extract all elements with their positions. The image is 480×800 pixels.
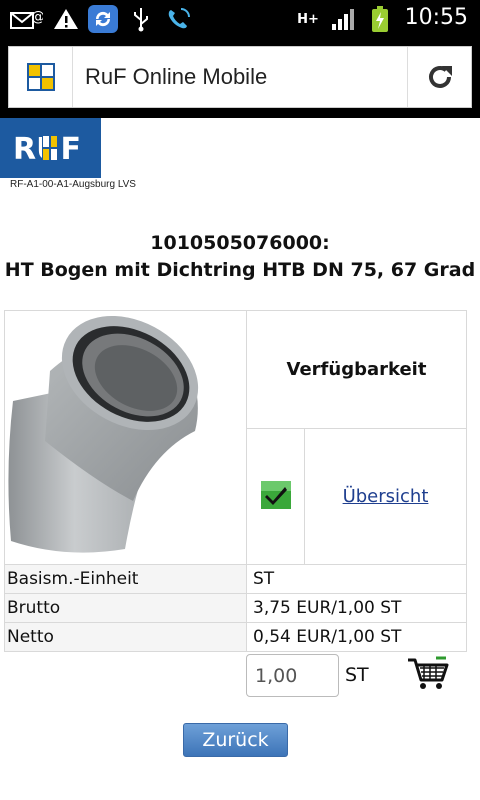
pipe-bend-image [8,315,199,553]
warning-icon [52,5,80,33]
usb-icon [130,5,152,33]
row-label: Brutto [4,593,247,623]
ruf-logo: RUF [0,118,101,178]
browser-toolbar: RuF Online Mobile [0,38,480,118]
row-value: 0,54 EUR/1,00 ST [246,622,467,652]
row-value: 3,75 EUR/1,00 ST [246,593,467,623]
add-to-cart-button[interactable] [406,656,450,692]
battery-charging-icon [368,5,392,33]
page-title[interactable]: RuF Online Mobile [73,47,407,107]
status-clock: 10:55 [404,5,468,30]
row-label: Basism.-Einheit [4,564,247,594]
row-value: ST [246,564,467,594]
availability-heading: Verfügbarkeit [246,309,467,430]
table-row: Netto 0,54 EUR/1,00 ST [4,622,467,652]
product-number: 1010505076000: [150,232,330,254]
availability-status-cell [246,428,305,565]
email-alert-icon: @ [8,5,44,33]
phone-call-icon [164,5,194,33]
shopping-cart-icon [408,656,449,689]
sync-icon [86,5,120,33]
product-name: HT Bogen mit Dichtring HTB DN 75, 67 Gra… [4,259,476,281]
product-table: Verfügbarkeit Übersicht Basism.-Einheit … [4,309,467,652]
h-plus-network-icon: H+ [297,11,319,27]
overview-link[interactable]: Übersicht [343,486,429,507]
svg-text:@: @ [31,9,43,25]
quantity-input[interactable] [246,654,339,697]
signal-icon [330,5,358,33]
product-image-cell [4,310,247,565]
branch-caption: RF-A1-00-A1-Augsburg LVS [10,179,136,190]
product-heading: 1010505076000: HT Bogen mit Dichtring HT… [0,230,480,284]
check-icon [260,480,291,509]
status-bar: @ H+ 10:55 [0,0,480,38]
back-button[interactable]: Zurück [183,723,288,757]
ruf-favicon-icon[interactable] [9,47,73,107]
table-row: Brutto 3,75 EUR/1,00 ST [4,593,467,623]
row-label: Netto [4,622,247,652]
url-bar: RuF Online Mobile [8,46,472,108]
availability-link-cell: Übersicht [304,428,467,565]
refresh-button[interactable] [407,47,471,107]
refresh-icon [428,66,452,88]
quantity-unit: ST [345,664,369,686]
table-row: Basism.-Einheit ST [4,564,467,594]
